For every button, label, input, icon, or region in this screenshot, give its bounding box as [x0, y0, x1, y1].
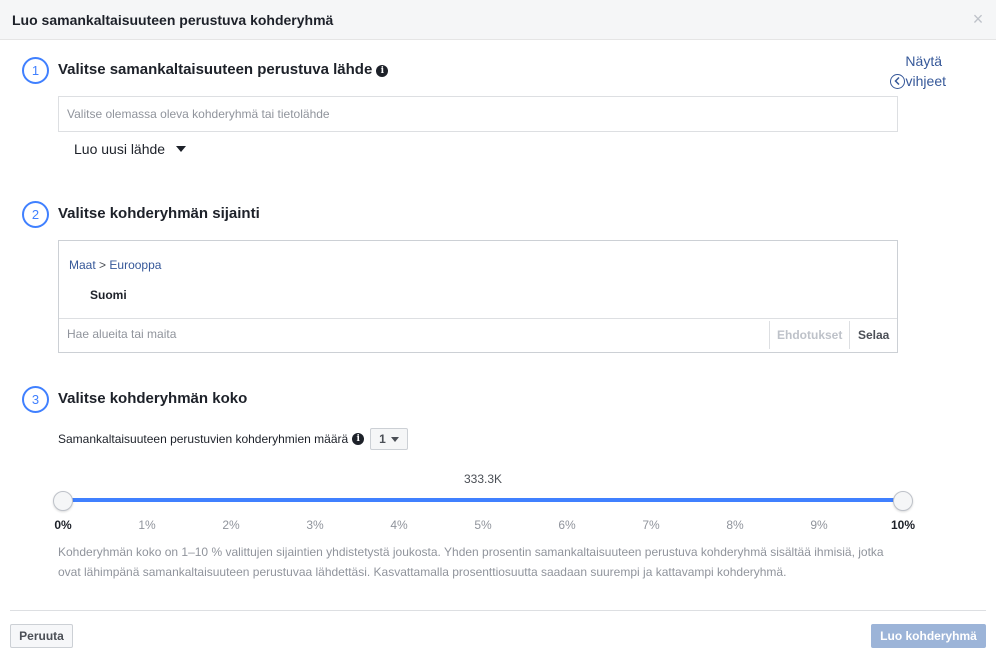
step-1-title: Valitse samankaltaisuuteen perustuva läh…: [58, 61, 389, 78]
audience-count-value: 1: [379, 432, 386, 446]
browse-tab[interactable]: Selaa: [849, 321, 889, 349]
slider-tick-label: 8%: [726, 518, 744, 532]
breadcrumb-separator: >: [99, 258, 107, 272]
show-hints-link[interactable]: Näytä vihjeet: [888, 51, 950, 91]
slider-tick-label: 6%: [558, 518, 576, 532]
slider-tick-label: 0%: [54, 518, 72, 532]
close-icon[interactable]: ×: [970, 10, 986, 28]
dialog-title: Luo samankaltaisuuteen perustuva kohdery…: [12, 12, 334, 28]
hints-label-line1: Näytä: [905, 53, 942, 69]
create-new-source-label: Luo uusi lähde: [74, 141, 166, 157]
slider-tick-label: 9%: [810, 518, 828, 532]
audience-count-label: Samankaltaisuuteen perustuvien kohderyhm…: [58, 432, 349, 446]
selected-location-item[interactable]: Suomi: [90, 288, 127, 302]
create-new-source-dropdown[interactable]: Luo uusi lähde: [74, 141, 187, 157]
slider-tick-label: 2%: [222, 518, 240, 532]
slider-tick-label: 4%: [390, 518, 408, 532]
caret-down-icon: [176, 146, 187, 152]
breadcrumb-root[interactable]: Maat: [69, 258, 96, 272]
footer-divider: [10, 610, 986, 611]
location-divider: [59, 318, 897, 319]
slider-tick-label: 7%: [642, 518, 660, 532]
slider-value-label: 333.3K: [463, 472, 503, 486]
location-selector: Maat > Eurooppa Suomi Ehdotukset Selaa: [58, 240, 898, 353]
audience-size-description: Kohderyhmän koko on 1–10 % valittujen si…: [58, 545, 884, 579]
step-2-number: 2: [22, 201, 49, 228]
step-2-title: Valitse kohderyhmän sijainti: [58, 205, 260, 222]
step-3-title: Valitse kohderyhmän koko: [58, 390, 248, 407]
create-audience-button[interactable]: Luo kohderyhmä: [871, 624, 986, 648]
suggestions-tab[interactable]: Ehdotukset: [769, 321, 847, 349]
slider-tick-label: 10%: [890, 518, 916, 532]
caret-down-icon: [390, 436, 399, 442]
info-icon[interactable]: i: [352, 433, 365, 445]
audience-count-row: Samankaltaisuuteen perustuvien kohderyhm…: [58, 428, 409, 450]
hints-label-line2: vihjeet: [905, 73, 946, 89]
breadcrumb-leaf[interactable]: Eurooppa: [109, 258, 161, 272]
source-input[interactable]: [58, 96, 898, 132]
step-1-number: 1: [22, 57, 49, 84]
slider-tick-label: 1%: [138, 518, 156, 532]
audience-count-select[interactable]: 1: [370, 428, 409, 450]
info-icon[interactable]: i: [376, 65, 389, 77]
location-breadcrumb: Maat > Eurooppa: [69, 258, 161, 272]
location-search-input[interactable]: [67, 327, 667, 341]
slider-tick-label: 5%: [474, 518, 492, 532]
slider-tick-label: 3%: [306, 518, 324, 532]
cancel-button[interactable]: Peruuta: [10, 624, 73, 648]
chevron-left-circle-icon: [889, 73, 905, 89]
slider-handle-start[interactable]: [53, 491, 73, 511]
slider-handle-end[interactable]: [893, 491, 913, 511]
step-3-number: 3: [22, 386, 49, 413]
audience-size-slider-track[interactable]: [63, 498, 903, 502]
dialog-header: Luo samankaltaisuuteen perustuva kohdery…: [0, 0, 996, 40]
